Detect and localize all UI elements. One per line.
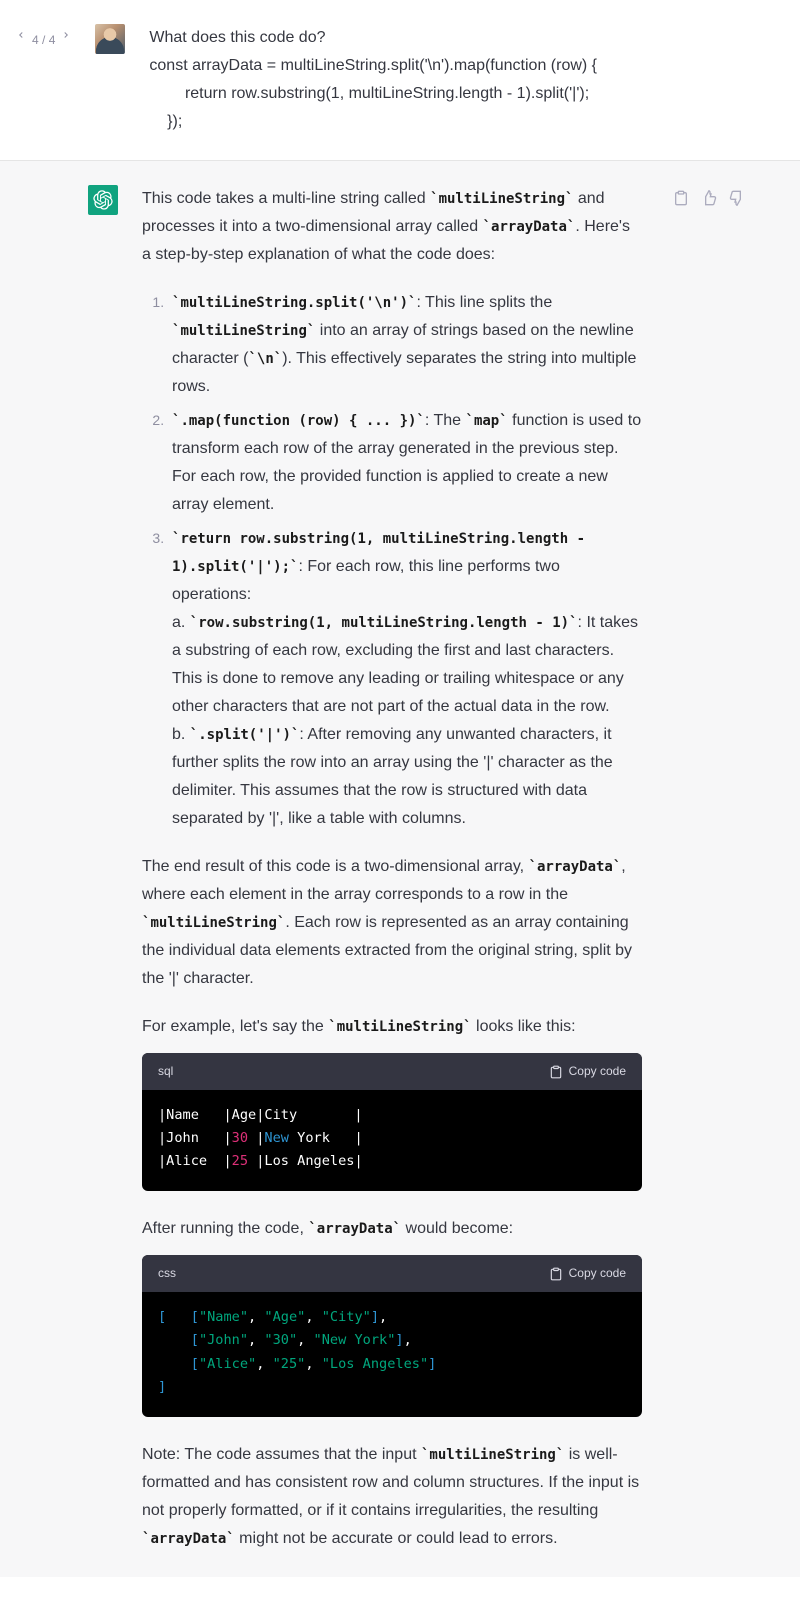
code-inline: arrayData xyxy=(483,219,576,235)
assistant-message: This code takes a multi-line string call… xyxy=(0,161,800,1577)
copy-code-button[interactable]: Copy code xyxy=(549,1263,626,1284)
thumbs-up-icon[interactable] xyxy=(700,189,718,207)
copy-code-button[interactable]: Copy code xyxy=(549,1061,626,1082)
code-block-sql: sql Copy code |Name |Age|City | |John |3… xyxy=(142,1053,642,1191)
list-item: .map(function (row) { ... }): The map fu… xyxy=(168,407,642,519)
code-content: [ ["Name", "Age", "City"], ["John", "30"… xyxy=(142,1292,642,1416)
assistant-text: This code takes a multi-line string call… xyxy=(142,185,642,1553)
chevron-right-icon[interactable] xyxy=(61,30,71,40)
user-text: What does this code do? const arrayData … xyxy=(149,24,649,136)
user-message: 4 / 4 What does this code do? const arra… xyxy=(0,0,800,161)
clipboard-icon xyxy=(549,1065,563,1079)
message-pager: 4 / 4 xyxy=(16,24,71,136)
code-inline: multiLineString xyxy=(430,191,573,207)
list-item: multiLineString.split('\n'): This line s… xyxy=(168,289,642,401)
list-item: return row.substring(1, multiLineString.… xyxy=(168,525,642,833)
assistant-avatar xyxy=(88,185,118,215)
clipboard-icon xyxy=(549,1267,563,1281)
chevron-left-icon[interactable] xyxy=(16,30,26,40)
code-block-css: css Copy code [ ["Name", "Age", "City"],… xyxy=(142,1255,642,1416)
code-content: |Name |Age|City | |John |30 |New York | … xyxy=(142,1090,642,1191)
user-avatar xyxy=(95,24,125,54)
code-lang: sql xyxy=(158,1061,173,1082)
code-lang: css xyxy=(158,1263,176,1284)
message-actions xyxy=(666,185,746,1553)
thumbs-down-icon[interactable] xyxy=(728,189,746,207)
pager-text: 4 / 4 xyxy=(32,30,55,51)
clipboard-icon[interactable] xyxy=(672,189,690,207)
explanation-list: multiLineString.split('\n'): This line s… xyxy=(142,289,642,833)
